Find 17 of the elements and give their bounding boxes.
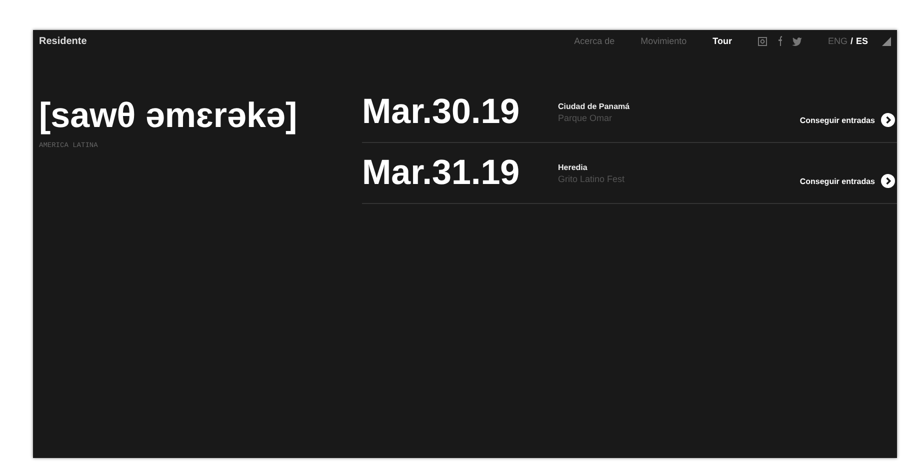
tickets-button[interactable]: Conseguir entradas (800, 174, 897, 188)
tickets-button[interactable]: Conseguir entradas (800, 113, 897, 127)
event-city: Heredia (558, 162, 588, 172)
instagram-icon[interactable] (758, 36, 767, 46)
event-city: Ciudad de Panamá (558, 102, 631, 110)
bird-icon[interactable] (792, 36, 802, 46)
event-date: Mar.31.19 (362, 153, 521, 193)
facebook-icon[interactable] (776, 36, 782, 46)
language-link[interactable]: ES (856, 36, 868, 46)
event-venue: Parque Omar (558, 112, 614, 122)
nav-link[interactable]: Tour (712, 36, 732, 46)
event-venue: Grito Latino Fest (558, 174, 626, 184)
language-separator: / (850, 36, 853, 46)
triangle-icon[interactable] (882, 36, 891, 46)
hero-title: [sawθ əmɛrəkə] (39, 96, 298, 136)
event-date: Mar.30.19 (362, 92, 521, 132)
brand-name[interactable]: Residente (39, 36, 548, 46)
